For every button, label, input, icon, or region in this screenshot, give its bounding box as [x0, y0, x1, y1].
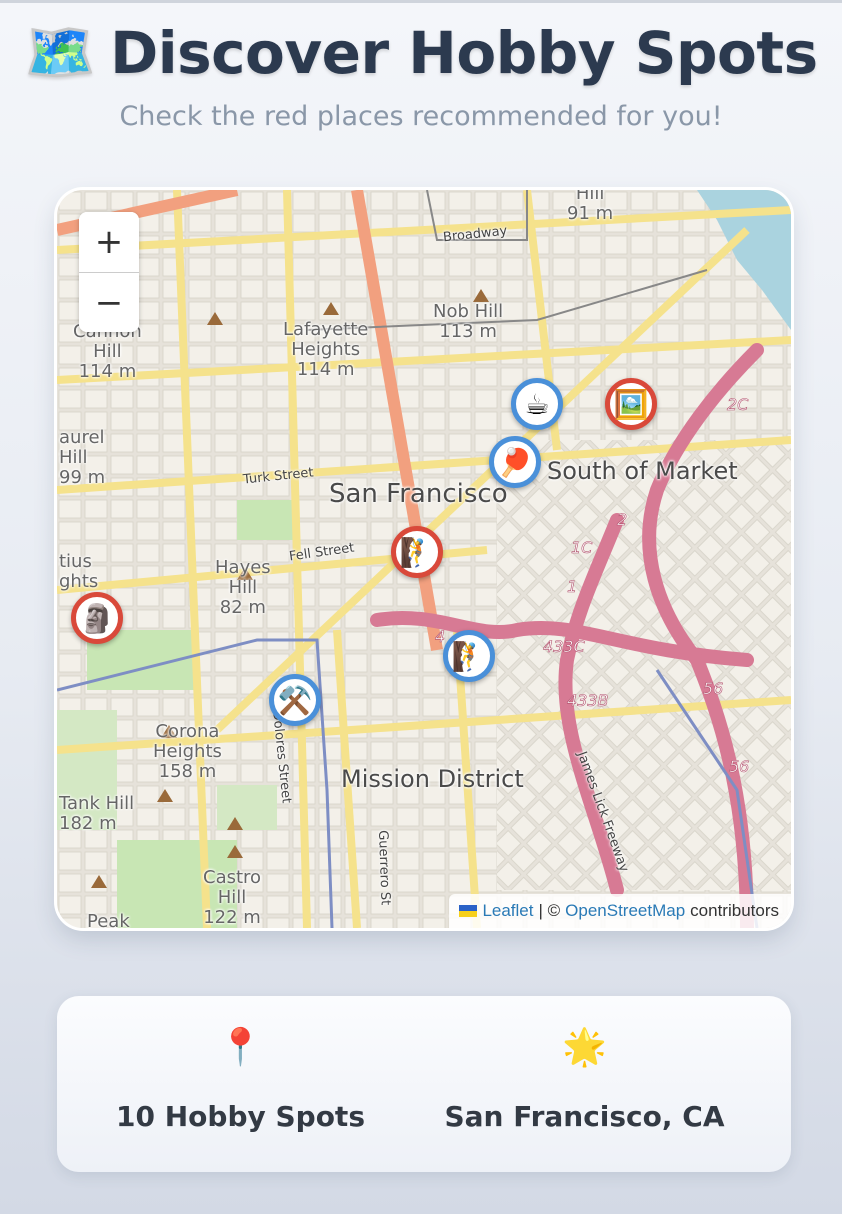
label-nob-hill: Nob Hill 113 m [433, 301, 504, 342]
marker-art-gallery[interactable]: 🖼️ [605, 378, 657, 430]
leaflet-link[interactable]: Leaflet [482, 901, 533, 921]
freeway-shield-433c: 433C [543, 637, 586, 656]
freeway-shield-56a: 56 [703, 679, 723, 698]
hammer-pick-icon: ⚒️ [277, 683, 313, 717]
label-lafayette-heights: Lafayette Heights 114 m [283, 319, 369, 380]
moai-icon: 🗿 [79, 601, 115, 635]
label-laurel-hill: aurel Hill 99 m [59, 427, 106, 488]
zoom-out-button[interactable]: − [79, 272, 139, 332]
label-peak: Peak [87, 911, 130, 928]
climber-icon: 🧗 [451, 639, 487, 673]
label-san-francisco: San Francisco [329, 479, 508, 509]
map-icon: 🗺️ [24, 18, 97, 86]
marker-climbing-blue[interactable]: 🧗 [443, 630, 495, 682]
freeway-shield-1: 1 [567, 577, 577, 596]
marker-moai[interactable]: 🗿 [71, 592, 123, 644]
page-subtitle: Check the red places recommended for you… [119, 101, 723, 132]
framed-picture-icon: 🖼️ [613, 387, 649, 421]
ping-pong-icon: 🏓 [497, 445, 533, 479]
freeway-shield-2: 2 [617, 510, 627, 529]
label-south-of-market: South of Market [547, 457, 738, 485]
marker-ping-pong[interactable]: 🏓 [489, 436, 541, 488]
marker-coffee[interactable]: ☕ [511, 378, 563, 430]
label-top-hill: Hill 91 m [567, 190, 614, 224]
label-tank-hill: Tank Hill 182 m [59, 793, 135, 834]
label-heights-partial: tius ghts [59, 551, 99, 592]
stat-location: 🌟 San Francisco, CA [401, 1026, 768, 1133]
stat-spots: 📍 10 Hobby Spots [57, 1026, 424, 1133]
freeway-shield-1c: 1C [571, 538, 593, 557]
top-divider [0, 0, 842, 3]
freeway-shield-4: 4 [435, 627, 445, 646]
header: 🗺️ Discover Hobby Spots Check the red pl… [0, 18, 842, 132]
map-container[interactable]: 2C 2 1C 1 433C 433B 56 56 4 San Francisc… [57, 190, 791, 928]
spots-count: 10 Hobby Spots [116, 1100, 365, 1133]
map-attribution: Leaflet | © OpenStreetMap contributors [449, 894, 791, 928]
zoom-control: + − [79, 212, 139, 332]
attribution-contributors: contributors [690, 901, 779, 920]
page-title: 🗺️ Discover Hobby Spots [24, 18, 818, 87]
label-hayes-hill: Hayes Hill 82 m [215, 557, 271, 618]
label-corona-heights: Corona Heights 158 m [153, 721, 222, 782]
label-castro-hill: Castro Hill 122 m [203, 867, 262, 928]
freeway-shield-56b: 56 [729, 757, 749, 776]
marker-climbing-red[interactable]: 🧗 [391, 526, 443, 578]
openstreetmap-link[interactable]: OpenStreetMap [565, 901, 685, 921]
freeway-shield-2c: 2C [727, 395, 749, 414]
street-guerrero: Guerrero St [375, 829, 393, 906]
ukraine-flag-icon [459, 905, 478, 917]
zoom-in-button[interactable]: + [79, 212, 139, 272]
freeway-shield-433b: 433B [567, 691, 609, 710]
coffee-icon: ☕ [524, 387, 550, 421]
stats-card: 📍 10 Hobby Spots 🌟 San Francisco, CA [57, 996, 791, 1172]
location-label: San Francisco, CA [444, 1100, 725, 1133]
attribution-separator: | © [538, 901, 561, 920]
climber-icon: 🧗 [399, 535, 435, 569]
page-title-text: Discover Hobby Spots [110, 18, 818, 87]
glowing-star-icon: 🌟 [562, 1027, 607, 1068]
pushpin-icon: 📍 [218, 1027, 263, 1068]
label-mission-district: Mission District [341, 765, 524, 793]
marker-tools[interactable]: ⚒️ [269, 674, 321, 726]
